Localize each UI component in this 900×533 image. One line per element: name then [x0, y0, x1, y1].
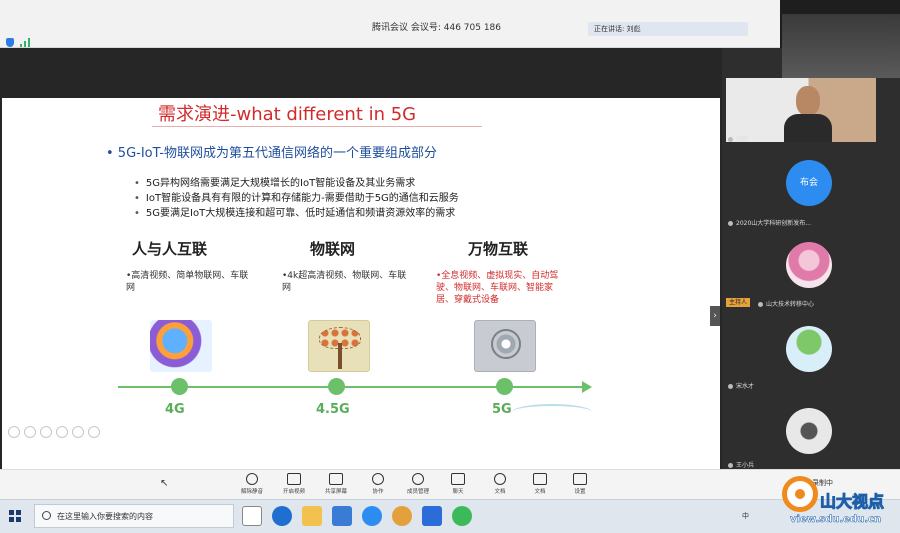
network-globe-icon: [491, 329, 521, 359]
slide-tool-icon[interactable]: [8, 426, 20, 438]
gear-icon: [573, 473, 587, 485]
screen: 腾讯会议 会议号: 446 705 186 正在讲话: 刘彪 需求演进-what…: [0, 0, 900, 533]
meeting-title-bar: 腾讯会议 会议号: 446 705 186 正在讲话: 刘彪: [0, 0, 780, 48]
slide-title: 需求演进-what different in 5G: [158, 104, 417, 125]
slide-tool-icon[interactable]: [24, 426, 36, 438]
search-icon: [42, 511, 51, 520]
sub-bullet: 5G要满足IoT大规模连接和超可靠、低时延通信和频谱资源效率的需求: [134, 206, 459, 221]
watermark-name: 山大视点: [819, 492, 885, 512]
mic-icon: [728, 137, 733, 142]
timeline-label: 5G: [492, 402, 512, 417]
media-icon[interactable]: [392, 506, 412, 526]
participant-panel: 刘彪 布会 2020山大学科研创新发布... 主持人 山大技术转移中心 宋水才 …: [722, 48, 900, 469]
folder-icon[interactable]: [302, 506, 322, 526]
shared-screen: 需求演进-what different in 5G • 5G-IoT-物联网成为…: [0, 48, 722, 486]
participant-caption: 王小兵: [728, 460, 754, 469]
column-desc-4g: •高清视频、简单物联网、车联网: [126, 271, 249, 293]
sub-bullet-list: 5G异构网络需要满足大规模增长的IoT智能设备及其业务需求 IoT智能设备具有有…: [134, 176, 459, 221]
mic-icon: [728, 463, 733, 468]
participant-avatar[interactable]: [786, 326, 832, 372]
sdu-watermark: 山大视点 view.sdu.edu.cn: [760, 466, 900, 533]
settings-button[interactable]: 设置: [562, 473, 598, 495]
title-divider: [152, 126, 482, 127]
timeline-line: [118, 386, 588, 388]
taskbar-search-input[interactable]: 在这里输入你要搜索的内容: [34, 504, 234, 528]
cursor-icon: ↖: [160, 478, 169, 489]
iot-tree-image: [308, 320, 370, 372]
slide-tool-icon[interactable]: [40, 426, 52, 438]
wechat-icon[interactable]: [452, 506, 472, 526]
host-badge: 主持人: [726, 298, 751, 307]
slide-tools: [8, 426, 100, 438]
column-heading-5g: 万物互联: [468, 240, 529, 258]
task-view-icon[interactable]: [242, 506, 262, 526]
participant-caption: 山大技术转移中心: [758, 299, 814, 308]
mic-icon: [728, 221, 733, 226]
participant-caption: 2020山大学科研创新发布...: [728, 218, 811, 227]
watermark-url: view.sdu.edu.cn: [790, 514, 882, 526]
timeline-label: 4G: [165, 402, 185, 417]
speaker-face: [796, 86, 820, 116]
mic-icon: [758, 302, 763, 307]
column-heading-iot: 物联网: [310, 240, 356, 258]
edge-icon[interactable]: [272, 506, 292, 526]
record-icon: [494, 473, 506, 485]
slide-tool-icon[interactable]: [88, 426, 100, 438]
unmute-button[interactable]: 解除静音: [234, 473, 270, 495]
slide-tool-icon[interactable]: [72, 426, 84, 438]
ie-icon[interactable]: [362, 506, 382, 526]
user-icon: [372, 473, 384, 485]
shield-icon[interactable]: [6, 38, 14, 47]
input-language-indicator[interactable]: 中: [742, 511, 749, 521]
mic-icon: [728, 384, 733, 389]
column-heading-4g: 人与人互联: [132, 240, 208, 258]
slide: 需求演进-what different in 5G • 5G-IoT-物联网成为…: [2, 98, 720, 486]
participant-caption: 宋水才: [728, 381, 754, 390]
main-bullet: • 5G-IoT-物联网成为第五代通信网络的一个重要组成部分: [106, 146, 438, 161]
monitor-icon: [329, 473, 343, 485]
slide-tool-icon[interactable]: [56, 426, 68, 438]
sub-bullet: IoT智能设备具有有限的计算和存储能力-需要借助于5G的通信和云服务: [134, 191, 459, 206]
windows-start-icon[interactable]: [9, 510, 21, 522]
sub-bullet: 5G异构网络需要满足大规模增长的IoT智能设备及其业务需求: [134, 176, 459, 191]
timeline-arrow-icon: [582, 381, 592, 393]
timeline-node: [496, 378, 513, 395]
signal-icon[interactable]: [20, 38, 30, 47]
microphone-icon: [246, 473, 258, 485]
participant-avatar[interactable]: [786, 408, 832, 454]
meeting-title: 腾讯会议 会议号: 446 705 186: [372, 23, 502, 33]
people-network-image: [150, 320, 212, 372]
store-icon[interactable]: [332, 506, 352, 526]
speaking-indicator: 正在讲话: 刘彪: [588, 22, 748, 36]
column-desc-5g: •全息视频、虚拟现实、自动驾驶、物联网、车联网、智能家居、穿戴式设备: [436, 271, 559, 305]
document-button-2[interactable]: 文档: [522, 473, 558, 495]
timeline-node: [328, 378, 345, 395]
speaker-name-label: 刘彪: [728, 134, 748, 143]
decorative-swoosh: [512, 404, 592, 420]
chat-button[interactable]: 聊天: [440, 473, 476, 495]
collaborate-button[interactable]: 协作: [360, 473, 396, 495]
timeline-label: 4.5G: [316, 402, 350, 417]
speaker-video-tile[interactable]: [726, 78, 876, 142]
users-icon: [412, 473, 424, 485]
document-icon: [533, 473, 547, 485]
share-screen-button[interactable]: 共享屏幕: [318, 473, 354, 495]
chevron-right-icon[interactable]: ›: [710, 306, 720, 326]
document-button[interactable]: 文档: [482, 473, 518, 495]
timeline-node: [171, 378, 188, 395]
tencent-meeting-icon[interactable]: [422, 506, 442, 526]
everything-network-image: [474, 320, 536, 372]
participant-avatar[interactable]: [786, 242, 832, 288]
camera-icon: [287, 473, 301, 485]
chat-icon: [451, 473, 465, 485]
column-desc-iot: •4k超高清视频、物联网、车联网: [282, 271, 407, 293]
self-camera-preview[interactable]: [782, 14, 900, 78]
start-video-button[interactable]: 开启视频: [276, 473, 312, 495]
participant-avatar[interactable]: 布会: [786, 160, 832, 206]
sdu-logo-icon: [782, 476, 818, 512]
manage-members-button[interactable]: 成员管理: [400, 473, 436, 495]
